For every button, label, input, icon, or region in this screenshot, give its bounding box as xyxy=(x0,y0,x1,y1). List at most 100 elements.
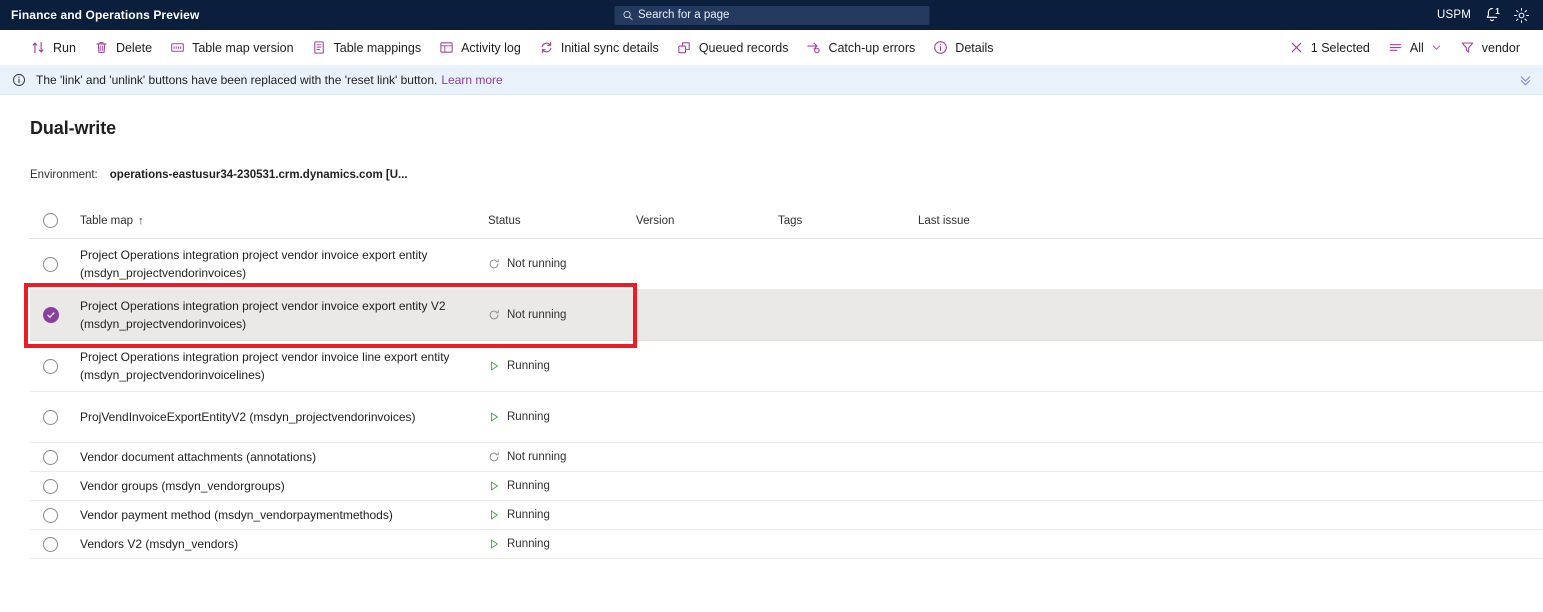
cell-status: Not running xyxy=(488,258,636,270)
notifications-button[interactable]: 1 xyxy=(1484,5,1503,24)
row-selected-checkmark[interactable] xyxy=(43,307,59,323)
status-label: Running xyxy=(507,411,550,423)
column-header-last-issue-label: Last issue xyxy=(918,214,970,227)
filter-button[interactable]: vendor xyxy=(1451,33,1529,63)
row-select-cell[interactable] xyxy=(30,478,80,494)
cell-status: Running xyxy=(488,509,636,521)
queued-records-label: Queued records xyxy=(698,40,789,55)
table-row[interactable]: Vendor document attachments (annotations… xyxy=(30,443,1543,472)
table-map-version-label: Table map version xyxy=(192,40,294,55)
select-all-cell[interactable] xyxy=(30,213,80,228)
initial-sync-details-label: Initial sync details xyxy=(560,40,659,55)
run-button[interactable]: Run xyxy=(22,33,85,63)
double-chevron-down-icon[interactable] xyxy=(1518,73,1533,88)
table-map-name: Project Operations integration project v… xyxy=(80,248,428,280)
row-select-cell[interactable] xyxy=(30,256,80,272)
table-mappings-button[interactable]: Table mappings xyxy=(303,33,431,63)
command-bar-left-group: Run Delete Table map version Table mappi… xyxy=(22,33,1003,63)
info-circle-icon xyxy=(13,74,25,86)
row-select-cell[interactable] xyxy=(30,507,80,523)
row-select-radio[interactable] xyxy=(43,449,58,465)
details-button[interactable]: Details xyxy=(924,33,1002,63)
cell-table-map: Vendor document attachments (annotations… xyxy=(80,448,488,466)
column-header-table-map[interactable]: Table map ↑ xyxy=(80,215,488,227)
column-header-version[interactable]: Version xyxy=(636,215,778,227)
message-text: The 'link' and 'unlink' buttons have bee… xyxy=(36,73,438,87)
run-arrows-icon xyxy=(32,41,44,54)
table-row[interactable]: Vendors V2 (msdyn_vendors) Running xyxy=(30,530,1543,559)
notification-count-badge: 1 xyxy=(1492,5,1503,17)
view-selector-button[interactable]: All xyxy=(1379,33,1451,63)
run-button-label: Run xyxy=(53,40,76,55)
row-select-radio[interactable] xyxy=(43,478,58,494)
row-select-radio[interactable] xyxy=(43,256,58,272)
not-running-icon xyxy=(489,310,499,320)
table-row[interactable]: Project Operations integration project v… xyxy=(30,239,1543,290)
catch-up-errors-button[interactable]: Catch-up errors xyxy=(797,33,924,63)
status-label: Running xyxy=(507,480,550,492)
table-map-name: Project Operations integration project v… xyxy=(80,299,446,331)
row-select-cell[interactable] xyxy=(30,409,80,425)
column-header-status-label: Status xyxy=(488,214,521,227)
table-row[interactable]: Vendor payment method (msdyn_vendorpayme… xyxy=(30,501,1543,530)
status-label: Not running xyxy=(507,309,567,321)
delete-button[interactable]: Delete xyxy=(85,33,161,63)
environment-row: Environment: operations-eastusur34-23053… xyxy=(30,169,1543,181)
company-selector[interactable]: USPM xyxy=(1437,9,1471,21)
row-select-cell[interactable] xyxy=(30,449,80,465)
environment-value: operations-eastusur34-230531.crm.dynamic… xyxy=(109,169,408,181)
search-placeholder-text: Search for a page xyxy=(638,9,730,21)
table-row[interactable]: Project Operations integration project v… xyxy=(30,341,1543,392)
close-x-icon xyxy=(1291,42,1302,53)
cell-table-map: Project Operations integration project v… xyxy=(80,297,488,333)
gear-icon xyxy=(1513,7,1530,23)
select-all-radio[interactable] xyxy=(43,213,58,228)
activity-log-button[interactable]: Activity log xyxy=(430,33,530,63)
chevron-down-icon xyxy=(1432,45,1440,50)
table-map-name: Vendor payment method (msdyn_vendorpayme… xyxy=(80,508,393,522)
table-row[interactable]: ProjVendInvoiceExportEntityV2 (msdyn_pro… xyxy=(30,392,1543,443)
table-row[interactable]: Project Operations integration project v… xyxy=(30,290,1543,341)
status-label: Not running xyxy=(507,258,567,270)
queued-records-icon xyxy=(678,42,690,54)
running-icon xyxy=(491,481,498,491)
catch-up-errors-label: Catch-up errors xyxy=(828,40,916,55)
status-label: Running xyxy=(507,509,550,521)
table-mappings-label: Table mappings xyxy=(333,40,422,55)
column-header-table-map-label: Table map xyxy=(80,214,134,227)
page-title: Dual-write xyxy=(30,118,117,138)
cell-status: Not running xyxy=(488,309,636,321)
queued-records-button[interactable]: Queued records xyxy=(668,33,798,63)
row-select-radio[interactable] xyxy=(43,409,58,425)
table-map-grid: Table map ↑ Status Version Tags Last iss… xyxy=(24,203,1543,559)
table-row[interactable]: Vendor groups (msdyn_vendorgroups) Runnin… xyxy=(30,472,1543,501)
learn-more-link[interactable]: Learn more xyxy=(441,73,502,87)
row-select-cell[interactable] xyxy=(30,358,80,374)
activity-log-icon xyxy=(440,42,453,53)
command-bar: Run Delete Table map version Table mappi… xyxy=(0,30,1543,66)
environment-label: Environment: xyxy=(30,169,98,181)
info-message-bar: The 'link' and 'unlink' buttons have bee… xyxy=(0,66,1543,95)
table-map-version-icon xyxy=(171,43,184,52)
filter-list-icon xyxy=(1389,44,1402,51)
settings-button[interactable] xyxy=(1513,7,1530,24)
cell-table-map: Project Operations integration project v… xyxy=(80,348,488,384)
row-select-radio[interactable] xyxy=(43,358,58,374)
table-map-version-button[interactable]: Table map version xyxy=(161,33,302,63)
selected-count-label: 1 Selected xyxy=(1310,40,1370,55)
row-select-cell[interactable] xyxy=(30,536,80,552)
initial-sync-details-button[interactable]: Initial sync details xyxy=(530,33,668,63)
grid-body: Project Operations integration project v… xyxy=(30,239,1543,559)
column-header-version-label: Version xyxy=(636,214,675,227)
row-select-cell[interactable] xyxy=(30,307,80,323)
column-header-status[interactable]: Status xyxy=(488,215,636,227)
column-header-tags-label: Tags xyxy=(778,214,803,227)
column-header-tags[interactable]: Tags xyxy=(778,215,918,227)
row-select-radio[interactable] xyxy=(43,507,58,523)
table-map-name: ProjVendInvoiceExportEntityV2 (msdyn_pro… xyxy=(80,410,416,424)
sync-refresh-icon xyxy=(541,41,552,54)
global-search-box[interactable]: Search for a page xyxy=(614,5,929,25)
clear-selection-button[interactable]: 1 Selected xyxy=(1280,33,1379,63)
row-select-radio[interactable] xyxy=(43,536,58,552)
column-header-last-issue[interactable]: Last issue xyxy=(918,215,1533,227)
